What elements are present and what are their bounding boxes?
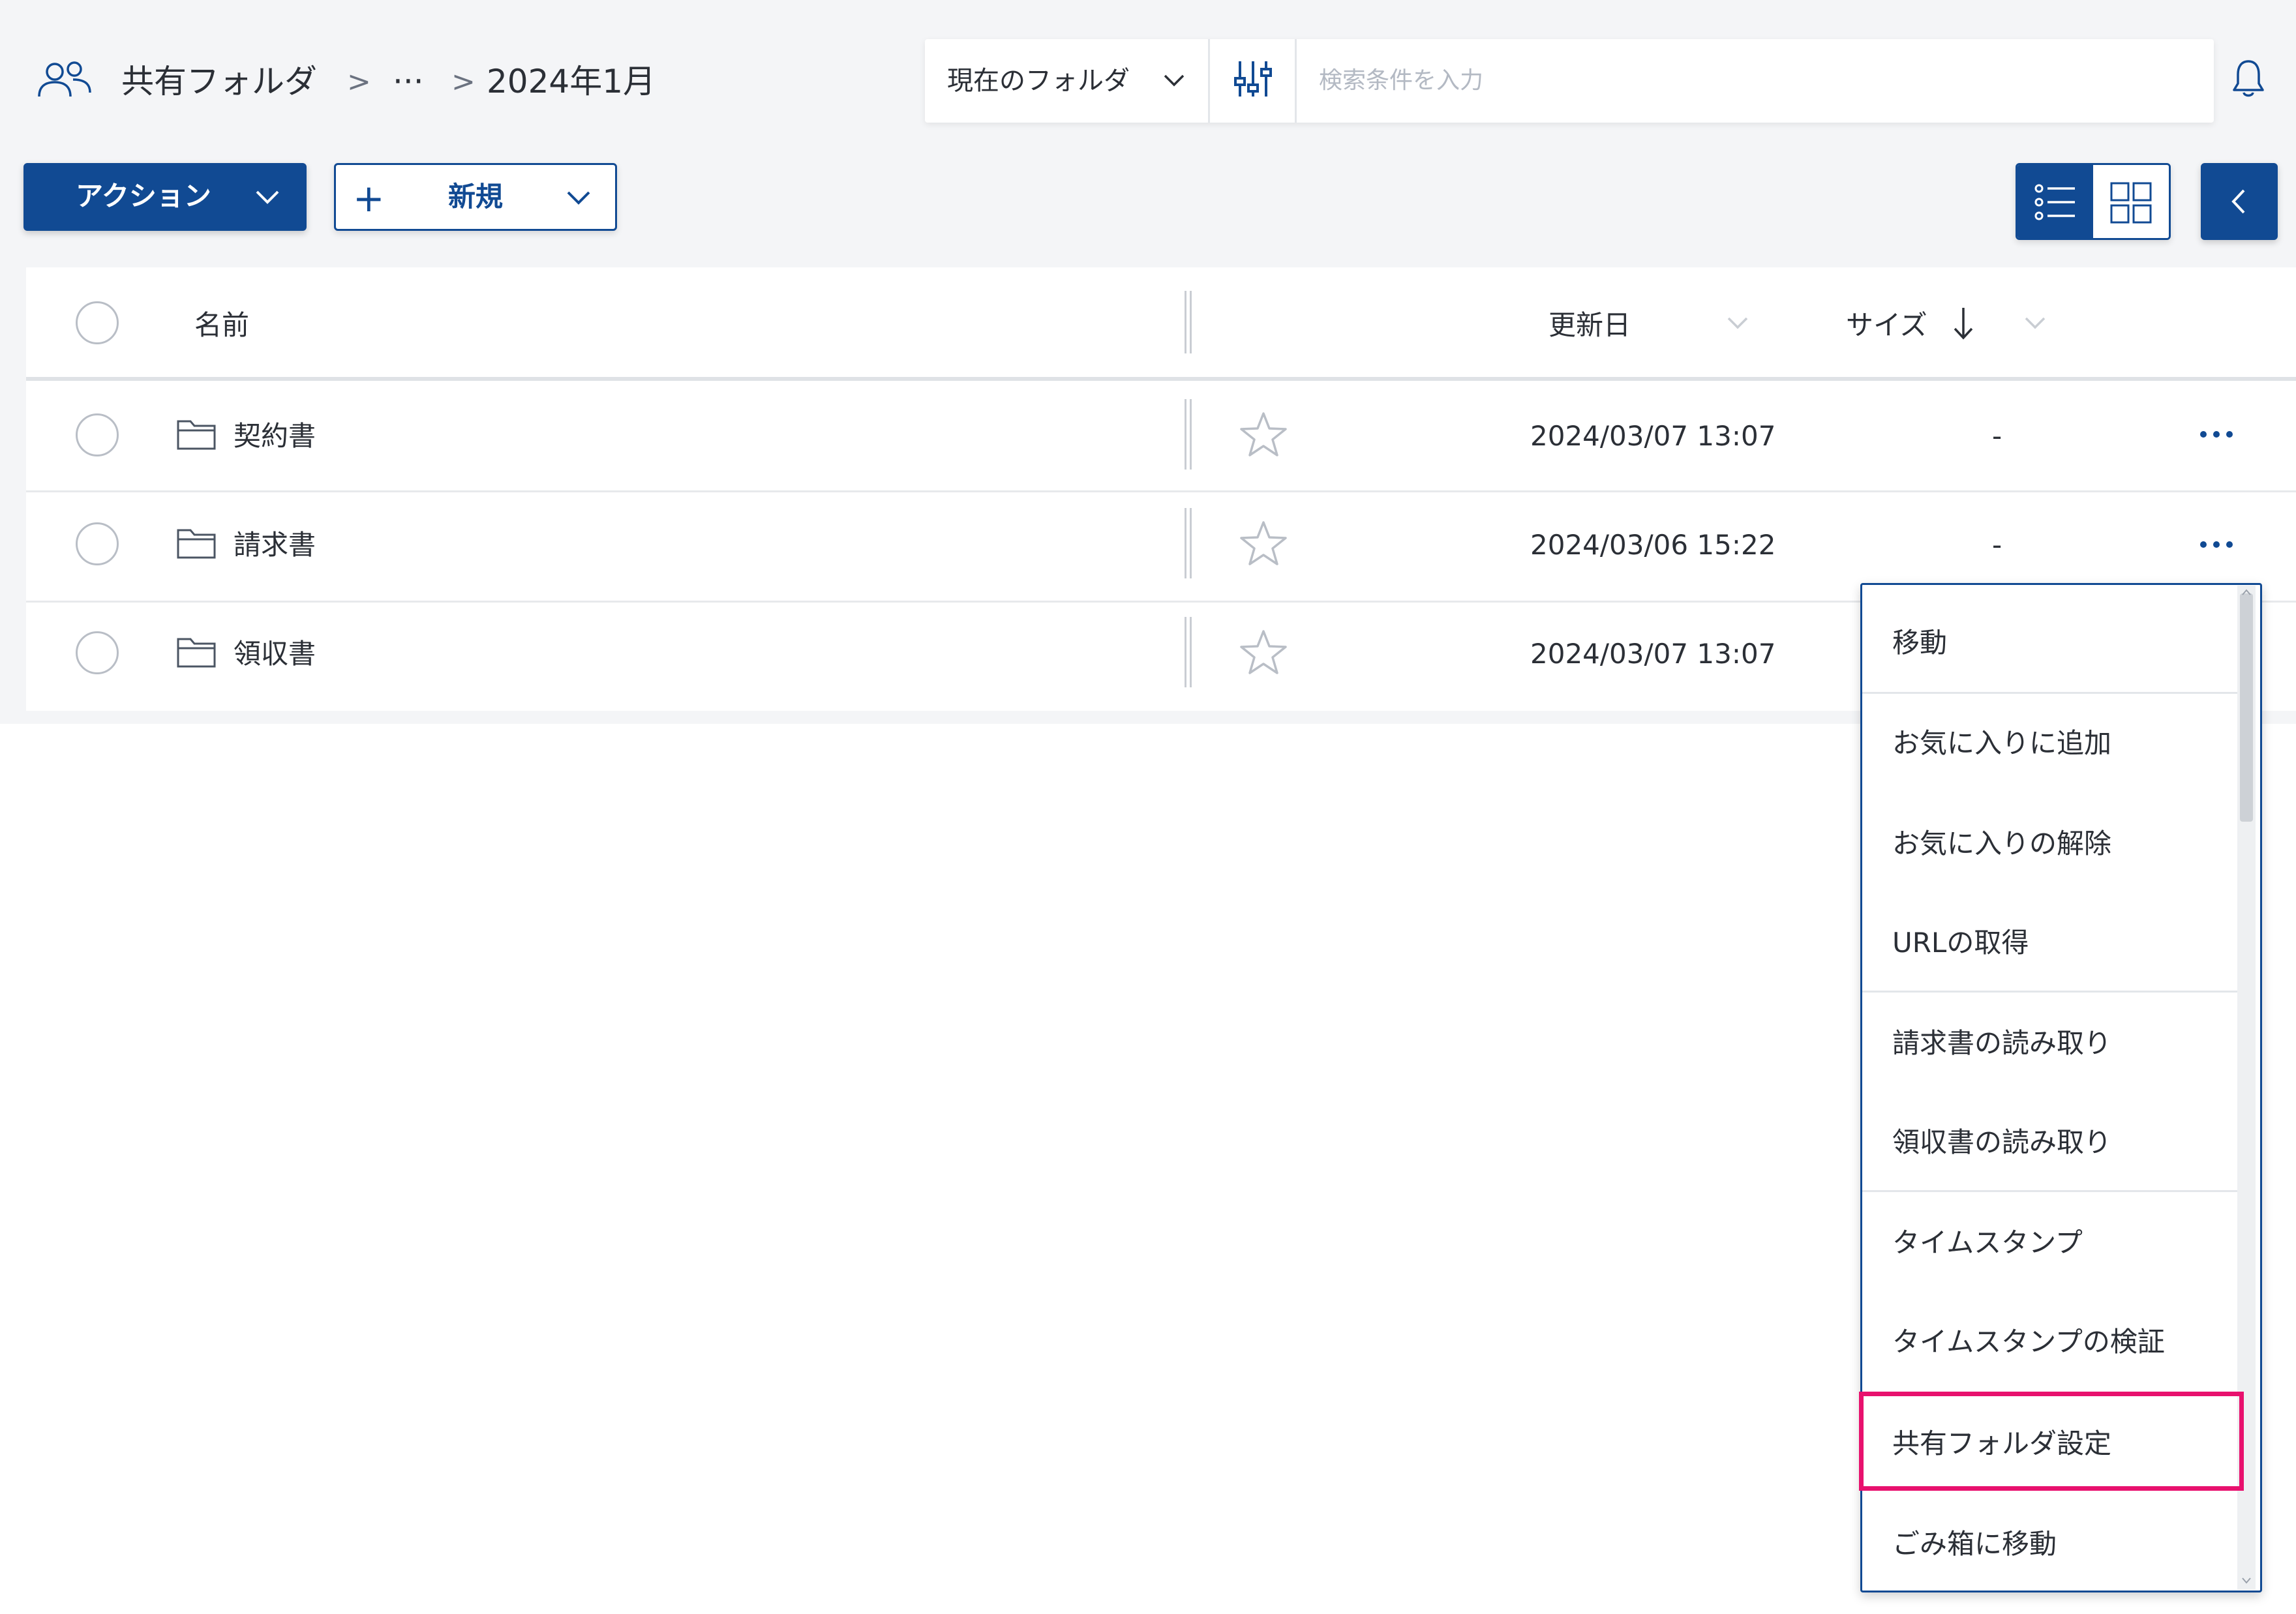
column-header-size[interactable]: サイズ <box>1846 312 1927 339</box>
table-row[interactable]: 契約書 2024/03/07 13:07 - <box>26 381 2296 489</box>
menu-scrollbar-thumb[interactable] <box>2240 593 2253 822</box>
search-placeholder: 検索条件を入力 <box>1319 67 1484 94</box>
search-input[interactable]: 検索条件を入力 <box>1297 39 2214 123</box>
menu-item-label: ごみ箱に移動 <box>1892 1528 2057 1560</box>
row-checkbox[interactable] <box>76 413 119 456</box>
more-options-icon[interactable] <box>2198 428 2235 441</box>
row-checkbox[interactable] <box>76 522 119 565</box>
menu-separator <box>1862 692 2241 694</box>
menu-item-timestamp[interactable]: タイムスタンプ <box>1862 1193 2244 1291</box>
menu-item-label: お気に入りに追加 <box>1892 727 2112 759</box>
column-divider <box>1190 399 1192 470</box>
shared-users-icon <box>38 61 91 97</box>
sort-descending-icon[interactable] <box>1952 305 1975 342</box>
collapse-panel-button[interactable] <box>2201 163 2278 240</box>
search-bar: 現在のフォルダ 検索条件を入力 <box>925 39 2214 123</box>
menu-item-label: タイムスタンプの検証 <box>1892 1326 2165 1358</box>
table-header: 名前 更新日 サイズ <box>26 267 2296 378</box>
breadcrumb-separator: > <box>347 65 371 98</box>
menu-separator <box>1862 991 2241 993</box>
filter-sliders-icon <box>1234 61 1272 97</box>
breadcrumb-root[interactable]: 共有フォルダ <box>121 65 317 98</box>
folder-icon <box>177 420 216 450</box>
column-resize-handle[interactable] <box>1190 291 1192 353</box>
breadcrumb-ellipsis[interactable]: ··· <box>393 65 424 98</box>
plus-icon: + <box>353 176 385 220</box>
column-resize-handle[interactable] <box>1185 291 1186 353</box>
menu-item-label: お気に入りの解除 <box>1892 828 2112 859</box>
star-icon[interactable] <box>1239 629 1288 676</box>
list-view-button[interactable] <box>2017 165 2093 238</box>
column-divider <box>1190 617 1192 687</box>
column-divider <box>1185 508 1186 578</box>
menu-item-move-to-trash[interactable]: ごみ箱に移動 <box>1862 1493 2244 1591</box>
select-all-checkbox[interactable] <box>76 301 119 344</box>
menu-item-label: 請求書の読み取り <box>1892 1027 2112 1059</box>
chevron-down-icon[interactable] <box>2022 314 2048 331</box>
filter-button[interactable] <box>1210 39 1295 123</box>
grid-view-button[interactable] <box>2093 165 2169 238</box>
column-divider <box>1190 508 1192 578</box>
search-scope-label: 現在のフォルダ <box>947 66 1130 96</box>
breadcrumb-current: 2024年1月 <box>487 63 656 100</box>
updated-date: 2024/03/06 15:22 <box>1530 529 1776 561</box>
more-options-icon[interactable] <box>2198 538 2235 551</box>
menu-separator <box>1862 1190 2241 1192</box>
action-button[interactable]: アクション <box>23 163 307 231</box>
file-name[interactable]: 契約書 <box>234 423 316 450</box>
star-icon[interactable] <box>1239 411 1288 458</box>
updated-date: 2024/03/07 13:07 <box>1530 638 1776 670</box>
menu-item-label: 領収書の読み取り <box>1892 1126 2112 1158</box>
view-toggle <box>2016 163 2171 240</box>
menu-item-move[interactable]: 移動 <box>1862 585 2244 683</box>
row-checkbox[interactable] <box>76 631 119 674</box>
bell-icon[interactable] <box>2231 57 2266 99</box>
scroll-down-arrow-icon[interactable] <box>2241 1577 2252 1585</box>
folder-icon <box>177 638 216 668</box>
chevron-down-icon <box>256 190 279 204</box>
folder-icon <box>177 529 216 559</box>
menu-item-read-invoice[interactable]: 請求書の読み取り <box>1862 993 2244 1091</box>
file-name[interactable]: 請求書 <box>234 531 316 559</box>
column-header-name[interactable]: 名前 <box>194 312 249 339</box>
new-button-label: 新規 <box>448 181 504 213</box>
search-scope-select[interactable]: 現在のフォルダ <box>925 39 1208 123</box>
menu-item-label: 移動 <box>1892 627 1948 659</box>
chevron-down-icon <box>1164 74 1185 87</box>
column-divider <box>1185 399 1186 470</box>
menu-item-label: タイムスタンプ <box>1892 1227 2083 1259</box>
list-view-icon <box>2034 184 2075 220</box>
menu-item-add-favorite[interactable]: お気に入りに追加 <box>1862 695 2244 792</box>
menu-item-remove-favorite[interactable]: お気に入りの解除 <box>1862 794 2244 891</box>
new-button[interactable]: + 新規 <box>334 163 617 231</box>
breadcrumb: 共有フォルダ > ··· > 2024年1月 <box>37 52 689 111</box>
grid-view-icon <box>2110 182 2152 224</box>
menu-item-label: URLの取得 <box>1892 927 2029 959</box>
scroll-up-arrow-icon[interactable] <box>2241 588 2252 596</box>
highlight-box <box>1859 1392 2244 1491</box>
menu-item-verify-timestamp[interactable]: タイムスタンプの検証 <box>1862 1292 2244 1390</box>
chevron-down-icon[interactable] <box>1725 314 1751 331</box>
chevron-down-icon <box>567 191 590 205</box>
menu-item-get-url[interactable]: URLの取得 <box>1862 894 2244 992</box>
file-size: - <box>1992 420 2002 452</box>
action-button-label: アクション <box>76 180 211 212</box>
file-name[interactable]: 領収書 <box>234 640 316 668</box>
column-header-updated[interactable]: 更新日 <box>1548 312 1631 339</box>
menu-item-read-receipt[interactable]: 領収書の読み取り <box>1862 1092 2244 1190</box>
updated-date: 2024/03/07 13:07 <box>1530 420 1776 452</box>
star-icon[interactable] <box>1239 520 1288 567</box>
column-divider <box>1185 617 1186 687</box>
file-size: - <box>1992 529 2002 561</box>
breadcrumb-separator: > <box>451 65 476 98</box>
chevron-left-icon <box>2231 189 2245 214</box>
